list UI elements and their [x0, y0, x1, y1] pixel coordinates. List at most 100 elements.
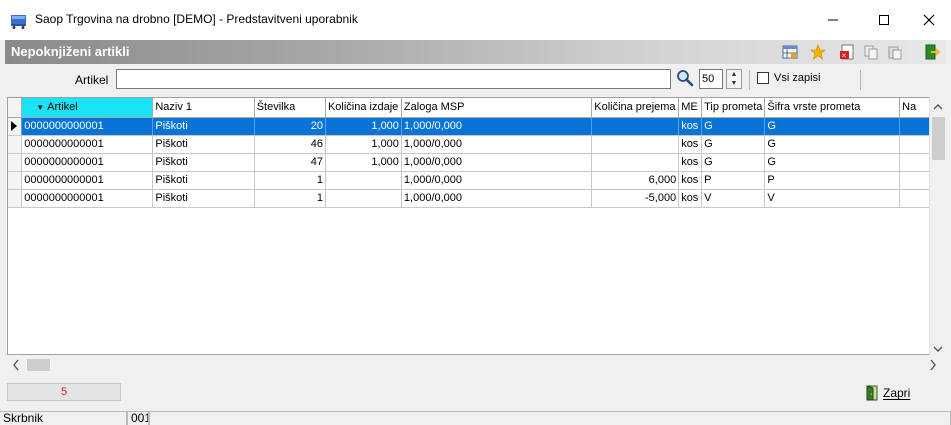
spin-up-icon[interactable]: ▲	[727, 70, 741, 79]
cell-kol_izdaje[interactable]: 1,000	[325, 135, 402, 154]
cell-sifra[interactable]: G	[764, 153, 901, 172]
cell-stevilka[interactable]: 46	[254, 135, 326, 154]
table-row[interactable]: 0000000000001 Piškoti 1 1,000/0,000 6,000 kos…	[8, 171, 939, 190]
cell-kol_izdaje[interactable]	[325, 171, 402, 190]
maximize-button[interactable]	[861, 0, 907, 40]
cell-kol_prejema[interactable]: 6,000	[591, 171, 680, 190]
cell-kol_prejema[interactable]	[591, 117, 680, 136]
vertical-scrollbar[interactable]	[929, 97, 946, 355]
status-code: 001	[127, 411, 149, 425]
cell-kol_izdaje[interactable]	[325, 189, 402, 208]
cell-artikel[interactable]: 0000000000001	[21, 153, 154, 172]
cell-stevilka[interactable]: 20	[254, 117, 326, 136]
scroll-right-icon[interactable]	[929, 359, 937, 374]
cell-zaloga[interactable]: 1,000/0,000	[401, 171, 593, 190]
copy-icon[interactable]	[862, 43, 880, 61]
cell-naziv[interactable]: Piškoti	[152, 153, 255, 172]
cell-kol_prejema[interactable]: -5,000	[591, 189, 680, 208]
cell-stevilka[interactable]: 1	[254, 171, 326, 190]
search-button[interactable]	[676, 69, 696, 89]
cell-zaloga[interactable]: 1,000/0,000	[401, 153, 593, 172]
all-records-label: Vsi zapisi	[774, 72, 821, 84]
cell-stevilka[interactable]: 1	[254, 189, 326, 208]
column-header-stevilka[interactable]: Številka	[254, 98, 326, 118]
column-header-sifra-vrste-prometa[interactable]: Šifra vrste prometa	[764, 98, 901, 118]
column-header-label: Artikel	[47, 101, 78, 114]
cell-tip[interactable]: G	[701, 135, 766, 154]
minimize-button[interactable]	[810, 0, 856, 40]
cell-me[interactable]: kos	[678, 153, 703, 172]
cell-me[interactable]: kos	[678, 117, 703, 136]
star-icon[interactable]	[809, 43, 827, 61]
cell-kol_prejema[interactable]	[591, 153, 680, 172]
cell-naziv[interactable]: Piškoti	[152, 189, 255, 208]
cell-kol_izdaje[interactable]: 1,000	[325, 117, 402, 136]
table-row[interactable]: 0000000000001 Piškoti 1 1,000/0,000 -5,000 ko…	[8, 189, 939, 208]
close-form-label: Zapri	[883, 386, 911, 400]
horizontal-scroll-thumb[interactable]	[27, 359, 50, 371]
cell-artikel[interactable]: 0000000000001	[21, 189, 154, 208]
row-indicator[interactable]	[8, 153, 23, 172]
pdf-export-icon[interactable]: ✕	[838, 43, 856, 61]
cell-sifra[interactable]: P	[764, 171, 901, 190]
artikel-filter-input[interactable]	[116, 69, 671, 89]
cell-me[interactable]: kos	[678, 135, 703, 154]
cell-artikel[interactable]: 0000000000001	[21, 171, 154, 190]
svg-text:✕: ✕	[842, 53, 847, 60]
grid-header-row: ▼ Artikel Naziv 1 Številka Količina izdaj…	[8, 98, 939, 118]
paste-icon[interactable]	[886, 43, 904, 61]
table-row[interactable]: 0000000000001 Piškoti 20 1,000 1,000/0,000 ko…	[8, 117, 939, 136]
minimize-icon	[828, 19, 838, 21]
table-settings-icon[interactable]	[781, 43, 799, 61]
close-button[interactable]	[906, 0, 951, 40]
horizontal-scrollbar[interactable]	[7, 355, 946, 375]
cell-me[interactable]: kos	[678, 189, 703, 208]
column-header-naziv[interactable]: Naziv 1	[152, 98, 255, 118]
table-row[interactable]: 0000000000001 Piškoti 47 1,000 1,000/0,000 ko…	[8, 153, 939, 172]
row-indicator[interactable]	[8, 135, 23, 154]
cell-stevilka[interactable]: 47	[254, 153, 326, 172]
exit-icon[interactable]	[923, 43, 941, 61]
cell-tip[interactable]: G	[701, 153, 766, 172]
cell-kol_prejema[interactable]	[591, 135, 680, 154]
all-records-checkbox[interactable]: Vsi zapisi	[757, 72, 820, 84]
cell-tip[interactable]: V	[701, 189, 766, 208]
scroll-left-icon[interactable]	[12, 359, 20, 374]
cell-naziv[interactable]: Piškoti	[152, 171, 255, 190]
cell-naziv[interactable]: Piškoti	[152, 117, 255, 136]
column-header-zaloga-msp[interactable]: Zaloga MSP	[401, 98, 593, 118]
column-header-kolicina-izdaje[interactable]: Količina izdaje	[325, 98, 402, 118]
data-grid[interactable]: ▼ Artikel Naziv 1 Številka Količina izdaj…	[7, 97, 940, 355]
table-row[interactable]: 0000000000001 Piškoti 46 1,000 1,000/0,000 ko…	[8, 135, 939, 154]
sort-desc-icon: ▼	[36, 103, 45, 113]
cell-sifra[interactable]: G	[764, 117, 901, 136]
column-header-tip-prometa[interactable]: Tip prometa	[701, 98, 766, 118]
column-header-artikel[interactable]: ▼ Artikel	[21, 98, 154, 118]
column-header-kolicina-prejema[interactable]: Količina prejema	[591, 98, 680, 118]
column-header-me[interactable]: ME	[678, 98, 703, 118]
cell-sifra[interactable]: G	[764, 135, 901, 154]
vertical-scroll-thumb[interactable]	[932, 117, 945, 160]
row-indicator[interactable]	[8, 171, 23, 190]
grid-table: ▼ Artikel Naziv 1 Številka Količina izdaj…	[8, 98, 939, 208]
cell-zaloga[interactable]: 1,000/0,000	[401, 189, 593, 208]
cell-artikel[interactable]: 0000000000001	[21, 135, 154, 154]
cell-kol_izdaje[interactable]: 1,000	[325, 153, 402, 172]
cell-sifra[interactable]: V	[764, 189, 901, 208]
cell-tip[interactable]: P	[701, 171, 766, 190]
cell-zaloga[interactable]: 1,000/0,000	[401, 135, 593, 154]
record-count-input[interactable]	[699, 69, 723, 89]
cell-zaloga[interactable]: 1,000/0,000	[401, 117, 593, 136]
record-count-spinner[interactable]: ▲ ▼	[726, 69, 742, 89]
cell-tip[interactable]: G	[701, 117, 766, 136]
cell-naziv[interactable]: Piškoti	[152, 135, 255, 154]
close-form-button[interactable]: Zapri	[864, 385, 910, 401]
scroll-down-icon[interactable]	[933, 342, 943, 356]
scroll-up-icon[interactable]	[933, 100, 943, 114]
spin-down-icon[interactable]: ▼	[727, 79, 741, 88]
row-indicator[interactable]	[8, 189, 23, 208]
row-indicator[interactable]	[8, 117, 23, 136]
cell-artikel[interactable]: 0000000000001	[21, 117, 154, 136]
checkbox-box[interactable]	[757, 72, 769, 84]
cell-me[interactable]: kos	[678, 171, 703, 190]
